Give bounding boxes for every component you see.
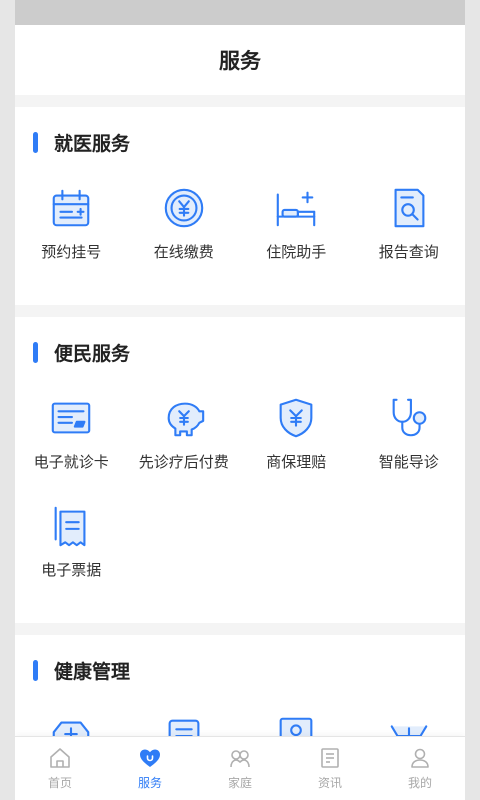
service-label: 报告查询	[378, 243, 439, 261]
bottom-tab-bar: 首页 服务 家庭 资讯 我的	[15, 736, 465, 800]
section-title-text: 便民服务	[54, 342, 131, 365]
service-label: 在线缴费	[153, 243, 214, 261]
page-header: 服务	[15, 25, 465, 95]
tab-family[interactable]: 家庭	[195, 737, 285, 800]
status-bar	[15, 0, 465, 25]
section-accent-bar	[33, 131, 38, 153]
tab-label: 服务	[137, 776, 162, 790]
heart-icon	[140, 749, 160, 767]
card-icon	[51, 402, 91, 434]
user-icon	[411, 748, 429, 768]
news-icon	[321, 748, 339, 768]
service-label: 先诊疗后付费	[138, 453, 229, 471]
section-title-text: 就医服务	[54, 132, 131, 155]
receipt-icon	[54, 506, 86, 547]
service-label: 电子票据	[41, 561, 102, 579]
service-smart-guide[interactable]: 智能导诊	[353, 387, 466, 495]
report-search-icon	[394, 188, 425, 228]
service-report-query[interactable]: 报告查询	[353, 177, 466, 285]
section-accent-bar	[33, 341, 38, 363]
hospital-bed-icon	[276, 191, 316, 227]
calendar-icon	[52, 189, 90, 227]
tab-service[interactable]: 服务	[105, 737, 195, 800]
service-online-pay[interactable]: 在线缴费	[128, 177, 241, 285]
service-e-receipt[interactable]: 电子票据	[15, 495, 128, 603]
service-label: 预约挂号	[41, 243, 102, 261]
service-label: 智能导诊	[378, 453, 439, 471]
shield-yuan-icon	[279, 398, 313, 438]
service-inpatient[interactable]: 住院助手	[240, 177, 353, 285]
tab-news[interactable]: 资讯	[285, 737, 375, 800]
tab-label: 我的	[407, 776, 432, 790]
tab-label: 首页	[47, 776, 72, 790]
tab-label: 资讯	[317, 776, 342, 790]
yuan-coin-icon	[164, 188, 204, 228]
section-title: 就医服务	[15, 107, 465, 177]
tab-label: 家庭	[227, 776, 252, 790]
tab-mine[interactable]: 我的	[375, 737, 465, 800]
service-pay-later[interactable]: 先诊疗后付费	[128, 387, 241, 495]
service-e-card[interactable]: 电子就诊卡	[15, 387, 128, 495]
family-icon	[230, 750, 250, 768]
section-title-text: 健康管理	[54, 660, 131, 683]
phone-screen: 服务 就医服务 预约挂号 在线缴费 住院助手 报告查询 便民服务 电子就诊卡 先…	[15, 0, 465, 800]
stethoscope-icon	[392, 398, 427, 437]
service-label: 商保理赔	[266, 453, 327, 471]
page-title: 服务	[219, 49, 261, 73]
service-insurance-claim[interactable]: 商保理赔	[240, 387, 353, 495]
section-title: 健康管理	[15, 635, 465, 705]
piggy-bank-icon	[167, 402, 204, 437]
service-label: 住院助手	[266, 243, 327, 261]
service-appointment[interactable]: 预约挂号	[15, 177, 128, 285]
section-title: 便民服务	[15, 317, 465, 387]
home-icon	[50, 748, 70, 768]
section-accent-bar	[33, 659, 38, 681]
service-label: 电子就诊卡	[33, 453, 109, 471]
section-convenience: 便民服务 电子就诊卡 先诊疗后付费 商保理赔 智能导诊 电子票据	[15, 317, 465, 623]
tab-home[interactable]: 首页	[15, 737, 105, 800]
section-medical: 就医服务 预约挂号 在线缴费 住院助手 报告查询	[15, 107, 465, 305]
